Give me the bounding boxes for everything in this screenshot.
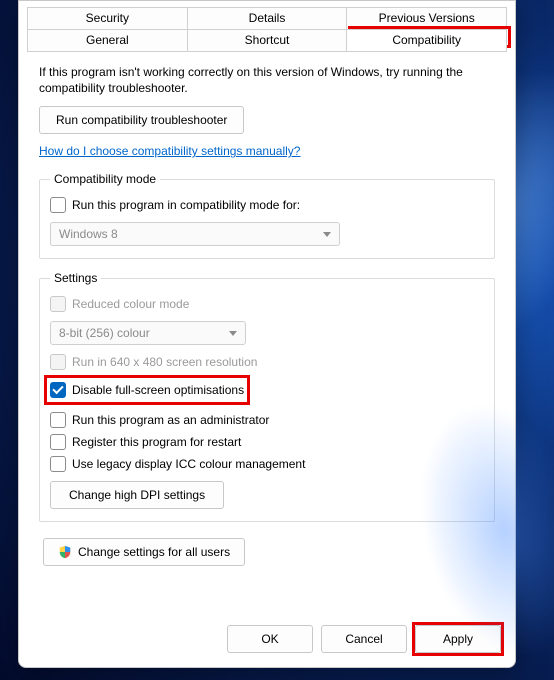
ok-button[interactable]: OK	[227, 625, 313, 653]
apply-button[interactable]: Apply	[415, 625, 501, 653]
disable-fullscreen-checkbox[interactable]	[50, 382, 66, 398]
intro-text: If this program isn't working correctly …	[39, 64, 495, 96]
cancel-button[interactable]: Cancel	[321, 625, 407, 653]
tab-previous-versions[interactable]: Previous Versions	[347, 7, 507, 29]
reduced-colour-label: Reduced colour mode	[72, 297, 189, 311]
reduced-colour-checkbox	[50, 296, 66, 312]
disable-fullscreen-label: Disable full-screen optimisations	[72, 383, 244, 397]
register-restart-checkbox[interactable]	[50, 434, 66, 450]
compat-mode-checkbox[interactable]	[50, 197, 66, 213]
tab-general[interactable]: General	[27, 29, 188, 51]
register-restart-label: Register this program for restart	[72, 435, 241, 449]
compat-mode-label: Run this program in compatibility mode f…	[72, 198, 300, 212]
colour-mode-select-value: 8-bit (256) colour	[59, 326, 150, 340]
dialog-footer: OK Cancel Apply	[19, 613, 515, 667]
legacy-icc-checkbox[interactable]	[50, 456, 66, 472]
legacy-icc-label: Use legacy display ICC colour management	[72, 457, 305, 471]
run-admin-label: Run this program as an administrator	[72, 413, 269, 427]
compatibility-mode-group: Compatibility mode Run this program in c…	[39, 172, 495, 259]
highlight-disable-fullscreen: Disable full-screen optimisations	[50, 379, 244, 401]
change-dpi-button[interactable]: Change high DPI settings	[50, 481, 224, 509]
help-link[interactable]: How do I choose compatibility settings m…	[39, 144, 300, 158]
run-640-label: Run in 640 x 480 screen resolution	[72, 355, 257, 369]
compatibility-panel: If this program isn't working correctly …	[27, 51, 507, 613]
tab-security[interactable]: Security	[27, 7, 188, 29]
settings-legend: Settings	[50, 271, 101, 285]
chevron-down-icon	[323, 232, 331, 237]
settings-group: Settings Reduced colour mode 8-bit (256)…	[39, 271, 495, 522]
tab-details[interactable]: Details	[188, 7, 348, 29]
tab-strip: Security Details Previous Versions Gener…	[19, 1, 515, 51]
compat-mode-select-value: Windows 8	[59, 227, 118, 241]
run-640-checkbox	[50, 354, 66, 370]
colour-mode-select: 8-bit (256) colour	[50, 321, 246, 345]
tab-shortcut[interactable]: Shortcut	[188, 29, 348, 51]
run-admin-checkbox[interactable]	[50, 412, 66, 428]
uac-shield-icon	[58, 545, 72, 559]
change-all-users-button[interactable]: Change settings for all users	[43, 538, 245, 566]
compat-mode-select[interactable]: Windows 8	[50, 222, 340, 246]
chevron-down-icon	[229, 331, 237, 336]
tab-compatibility[interactable]: Compatibility	[347, 29, 507, 51]
properties-dialog: Security Details Previous Versions Gener…	[18, 0, 516, 668]
compatibility-mode-legend: Compatibility mode	[50, 172, 160, 186]
run-troubleshooter-button[interactable]: Run compatibility troubleshooter	[39, 106, 244, 134]
change-all-users-label: Change settings for all users	[78, 545, 230, 559]
